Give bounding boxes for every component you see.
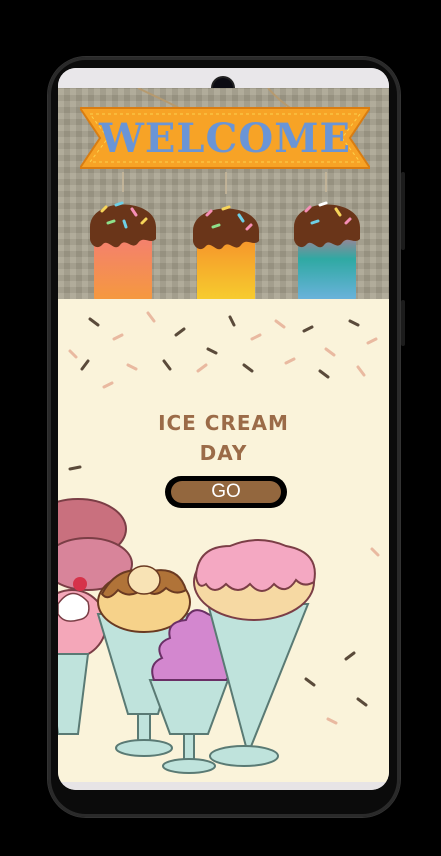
welcome-sign: WELCOME <box>80 104 370 172</box>
navigation-bar <box>58 782 389 790</box>
power-button <box>401 300 405 346</box>
volume-button <box>401 172 405 250</box>
screen: WELCOME ICE CREAM DAY GO <box>58 68 389 790</box>
welcome-banner-image: WELCOME <box>58 88 389 299</box>
title-line-1: ICE CREAM <box>158 411 289 435</box>
title-line-2: DAY <box>199 441 248 465</box>
popsicle-icon <box>294 201 360 299</box>
popsicle-icon <box>193 205 259 299</box>
welcome-sign-text: WELCOME <box>99 114 351 162</box>
popsicle-icon <box>90 201 156 299</box>
ice-cream-illustration <box>58 498 316 774</box>
ice-cream-day-panel: ICE CREAM DAY GO <box>58 299 389 782</box>
